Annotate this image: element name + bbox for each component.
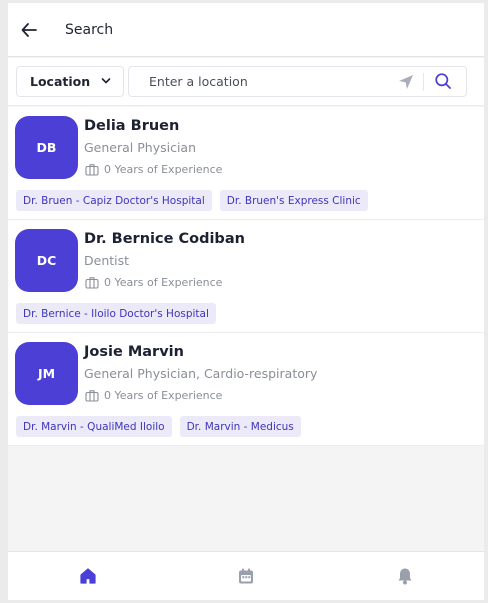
- location-input-container: [128, 66, 467, 97]
- bottom-navigation: [8, 551, 484, 600]
- doctor-name: Delia Bruen: [84, 118, 180, 134]
- nav-calendar-button[interactable]: [236, 566, 256, 586]
- doctor-experience: 0 Years of Experience: [85, 276, 222, 289]
- doctor-specialty: General Physician: [84, 140, 197, 155]
- experience-text: 0 Years of Experience: [104, 389, 223, 402]
- doctor-experience: 0 Years of Experience: [85, 163, 222, 176]
- briefcase-icon: [85, 390, 99, 402]
- experience-text: 0 Years of Experience: [104, 163, 223, 176]
- doctor-card[interactable]: JM Josie Marvin General Physician, Cardi…: [8, 333, 484, 446]
- navigation-arrow-icon[interactable]: [397, 73, 415, 91]
- calendar-icon: [239, 568, 253, 584]
- clinic-chip[interactable]: Dr. Marvin - Medicus: [179, 416, 301, 437]
- clinic-chips: Dr. Marvin - QualiMed Iloilo Dr. Marvin …: [16, 416, 301, 437]
- bell-icon: [398, 568, 412, 585]
- doctor-specialty: Dentist: [84, 253, 130, 268]
- top-bar: Search: [8, 3, 484, 57]
- experience-text: 0 Years of Experience: [104, 276, 223, 289]
- nav-home-button[interactable]: [78, 566, 98, 586]
- location-dropdown-label: Location: [30, 74, 91, 89]
- clinic-chip[interactable]: Dr. Bruen - Capiz Doctor's Hospital: [16, 190, 212, 211]
- input-divider: [423, 73, 424, 91]
- clinic-chip[interactable]: Dr. Bernice - Iloilo Doctor's Hospital: [16, 303, 216, 324]
- clinic-chip[interactable]: Dr. Marvin - QualiMed Iloilo: [16, 416, 172, 437]
- avatar: DC: [15, 229, 78, 292]
- doctor-results-list: DB Delia Bruen General Physician 0 Years…: [8, 107, 484, 446]
- avatar: JM: [15, 342, 78, 405]
- home-icon: [80, 568, 96, 584]
- doctor-name: Josie Marvin: [84, 344, 184, 360]
- avatar: DB: [15, 116, 78, 179]
- doctor-card[interactable]: DC Dr. Bernice Codiban Dentist 0 Years o…: [8, 220, 484, 333]
- briefcase-icon: [85, 277, 99, 289]
- nav-notifications-button[interactable]: [395, 566, 415, 586]
- location-input[interactable]: [129, 67, 384, 96]
- doctor-experience: 0 Years of Experience: [85, 389, 222, 402]
- briefcase-icon: [85, 164, 99, 176]
- doctor-card[interactable]: DB Delia Bruen General Physician 0 Years…: [8, 107, 484, 220]
- clinic-chips: Dr. Bruen - Capiz Doctor's Hospital Dr. …: [16, 190, 368, 211]
- arrow-left-icon: [21, 22, 37, 37]
- doctor-name: Dr. Bernice Codiban: [84, 231, 245, 247]
- page-title: Search: [65, 21, 114, 38]
- search-icon[interactable]: [434, 72, 452, 90]
- app-screen: Search Location DB Delia Bruen G: [8, 3, 484, 600]
- clinic-chip[interactable]: Dr. Bruen's Express Clinic: [219, 190, 368, 211]
- doctor-specialty: General Physician, Cardio-respiratory: [84, 366, 318, 381]
- clinic-chips: Dr. Bernice - Iloilo Doctor's Hospital: [16, 303, 216, 324]
- chevron-down-icon: [101, 78, 111, 84]
- back-button[interactable]: [8, 3, 50, 57]
- location-dropdown[interactable]: Location: [16, 66, 124, 97]
- search-bar: Location: [8, 58, 484, 106]
